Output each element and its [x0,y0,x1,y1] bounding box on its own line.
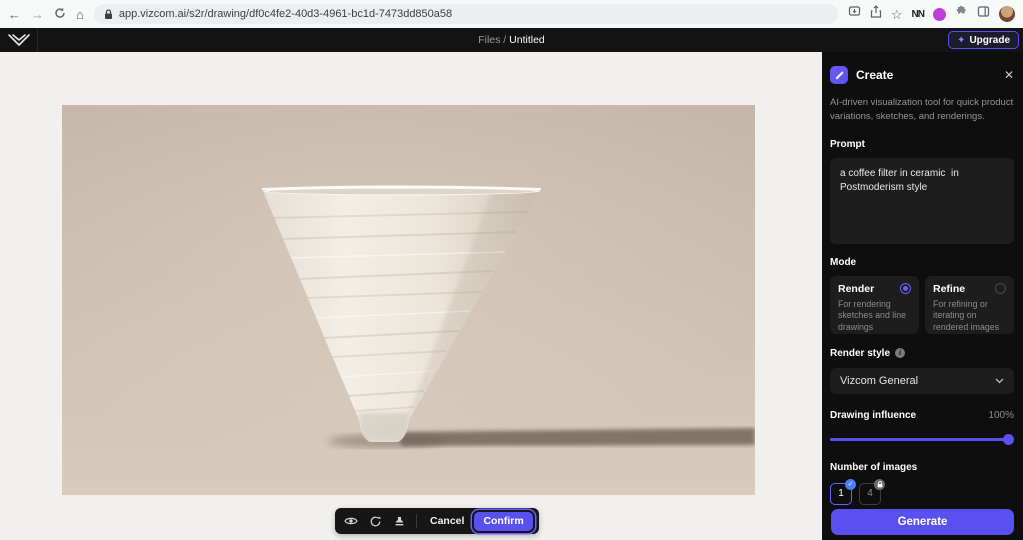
drawing-influence-slider[interactable] [830,434,1014,445]
check-badge-icon: ✓ [845,479,856,490]
extensions-puzzle-icon[interactable] [955,5,968,23]
render-style-value: Vizcom General [840,375,995,387]
generate-button[interactable]: Generate [831,509,1014,535]
mode-refine-description: For refining or iterating on rendered im… [933,299,1006,335]
extension-purple-icon[interactable] [933,8,946,21]
mode-option-render[interactable]: Render For rendering sketches and line d… [830,276,919,334]
browser-toolbar: ← → ⌂ app.vizcom.ai/s2r/drawing/df0c4fe2… [0,0,1023,28]
reload-icon[interactable] [54,7,66,21]
lock-icon [104,9,113,20]
mode-render-description: For rendering sketches and line drawings [838,299,911,335]
app-topbar: Files / Untitled ✦ Upgrade [0,28,1023,52]
drawing-influence-value: 100% [988,410,1014,421]
lock-badge-icon [874,479,885,490]
browser-actions: ☆ NN [848,5,1015,23]
number-of-images-options: 1 ✓ 4 [830,483,1014,505]
breadcrumb-separator: / [500,34,509,46]
render-style-label: Render style [830,348,890,359]
chevron-down-icon [995,378,1004,384]
cancel-button[interactable]: Cancel [424,515,470,527]
images-count-1-value: 1 [838,488,844,499]
address-bar[interactable]: app.vizcom.ai/s2r/drawing/df0c4fe2-40d3-… [94,4,838,24]
panel-title: Create [856,68,996,82]
create-panel: Create ✕ AI-driven visualization tool fo… [822,52,1023,540]
canvas-workspace[interactable]: Cancel Confirm [0,52,822,540]
prompt-input[interactable]: a coffee filter in ceramic in Postmoderi… [830,158,1014,244]
number-of-images-label: Number of images [830,462,1014,473]
forward-icon[interactable]: → [31,8,44,21]
back-icon[interactable]: ← [8,8,21,21]
panel-description: AI-driven visualization tool for quick p… [830,96,1014,124]
url-text: app.vizcom.ai/s2r/drawing/df0c4fe2-40d3-… [119,8,452,20]
visibility-eye-icon[interactable] [341,511,361,531]
stamp-flatten-icon[interactable] [389,511,409,531]
prompt-label: Prompt [830,139,1014,150]
images-count-1[interactable]: 1 ✓ [830,483,852,505]
slider-thumb[interactable] [1003,434,1014,445]
home-icon[interactable]: ⌂ [76,8,84,21]
slider-track [830,438,1012,441]
toolbar-divider [416,514,417,528]
drawing-influence-label: Drawing influence [830,410,916,421]
bookmark-star-icon[interactable]: ☆ [891,8,903,21]
share-icon[interactable] [870,5,882,23]
history-reset-icon[interactable] [365,511,385,531]
breadcrumb: Files / Untitled [0,34,1023,46]
extension-nn-icon[interactable]: NN [912,9,924,20]
mode-render-name: Render [838,283,874,295]
mode-refine-name: Refine [933,283,965,295]
vizcom-logo-icon[interactable] [0,28,38,52]
mode-option-refine[interactable]: Refine For refining or iterating on rend… [925,276,1014,334]
sparkle-icon: ✦ [957,35,965,46]
radio-selected-icon[interactable] [900,283,911,294]
magic-wand-icon [830,66,848,84]
profile-avatar[interactable] [999,6,1015,22]
breadcrumb-current: Untitled [509,34,545,46]
side-panel-icon[interactable] [977,5,990,23]
upgrade-label: Upgrade [969,35,1010,46]
mode-label: Mode [830,257,1014,268]
panel-header: Create ✕ [830,66,1014,84]
confirm-button[interactable]: Confirm [474,512,532,531]
breadcrumb-files[interactable]: Files [478,34,500,46]
rendered-image[interactable] [62,105,755,495]
render-style-dropdown[interactable]: Vizcom General [830,368,1014,394]
canvas-action-toolbar: Cancel Confirm [335,508,539,534]
info-icon[interactable]: i [895,348,905,358]
save-page-icon[interactable] [848,5,861,23]
close-icon[interactable]: ✕ [1004,68,1014,82]
images-count-4-value: 4 [867,488,873,499]
mode-options: Render For rendering sketches and line d… [830,276,1014,334]
upgrade-button[interactable]: ✦ Upgrade [948,31,1019,49]
radio-unselected-icon[interactable] [995,283,1006,294]
images-count-4[interactable]: 4 [859,483,881,505]
app-window: ← → ⌂ app.vizcom.ai/s2r/drawing/df0c4fe2… [0,0,1023,540]
